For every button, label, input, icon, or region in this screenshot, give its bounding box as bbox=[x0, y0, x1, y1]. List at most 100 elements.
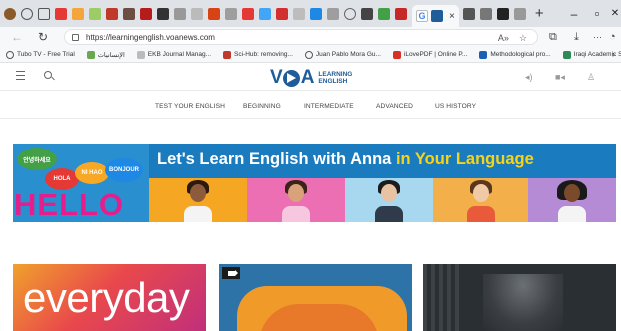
site-icon bbox=[86, 50, 95, 59]
bookmark-label: Sci-Hub: removing... bbox=[234, 51, 293, 58]
tab-favicon-grey2[interactable] bbox=[327, 7, 339, 20]
logo-mark-v: V bbox=[270, 67, 283, 88]
card-photo-figure bbox=[483, 274, 563, 331]
nav-advanced[interactable]: ADVANCED bbox=[376, 103, 413, 110]
downloads-icon[interactable]: ⤓ bbox=[574, 27, 579, 47]
logo-play-icon bbox=[282, 69, 300, 87]
tab-favicon-doc[interactable] bbox=[225, 7, 237, 20]
bookmark-item[interactable]: Juan Pablo Mora Gu... bbox=[304, 50, 381, 59]
tab-strip: G × + bbox=[0, 0, 621, 27]
doc-icon bbox=[136, 50, 145, 59]
voa-logo[interactable]: V A LEARNING ENGLISH bbox=[270, 67, 352, 89]
url-text[interactable]: https://learningenglish.voanews.com bbox=[86, 33, 215, 42]
heart-icon bbox=[392, 50, 401, 59]
card-photo[interactable] bbox=[423, 264, 616, 331]
site-header: V A LEARNING ENGLISH ◂) ■◂ ♙ bbox=[0, 63, 621, 91]
bookmark-label: Juan Pablo Mora Gu... bbox=[315, 51, 381, 58]
hello-text: HELLO bbox=[14, 187, 125, 222]
logo-mark-a: A bbox=[300, 67, 315, 88]
tab-favicon-h[interactable] bbox=[479, 7, 492, 20]
close-window-button[interactable]: ✕ bbox=[599, 0, 621, 27]
bookmark-label: Tubo TV - Free Trial bbox=[17, 51, 75, 58]
tab-favicon-scihub[interactable] bbox=[106, 7, 118, 20]
bubble-korean: 안녕하세요 bbox=[17, 148, 57, 170]
url-field[interactable]: https://learningenglish.voanews.com A» ☆ bbox=[64, 29, 538, 45]
globe-icon bbox=[6, 50, 14, 59]
tab-favicon-blue[interactable] bbox=[259, 7, 271, 20]
anna-banner[interactable]: 안녕하세요 HOLA NI HAO BONJOUR HELLO Let's Le… bbox=[13, 144, 616, 222]
bookmark-item[interactable]: Tubo TV - Free Trial bbox=[6, 50, 75, 59]
nav-us-history[interactable]: US HISTORY bbox=[435, 103, 476, 110]
bookmarks-overflow-icon[interactable]: › bbox=[612, 49, 615, 59]
favorite-star-icon[interactable]: ☆ bbox=[519, 33, 527, 44]
nav-intermediate[interactable]: INTERMEDIATE bbox=[304, 103, 354, 110]
tab-actions-icon[interactable] bbox=[38, 7, 50, 20]
profile-icon[interactable]: ◔ bbox=[609, 27, 616, 47]
search-icon[interactable] bbox=[44, 71, 52, 79]
headline-main: Let's Learn English with Anna bbox=[157, 150, 392, 168]
tab-favicon-red[interactable] bbox=[242, 7, 254, 20]
bookmark-item[interactable]: الإنسانيات bbox=[86, 50, 125, 59]
banner-headline: Let's Learn English with Anna in Your La… bbox=[157, 150, 534, 169]
lock-icon[interactable] bbox=[72, 33, 79, 41]
tab-favicon-s[interactable] bbox=[140, 7, 152, 20]
scihub-icon bbox=[223, 50, 232, 59]
tab-favicon-x[interactable] bbox=[174, 7, 186, 20]
tab-favicon-last[interactable] bbox=[513, 7, 526, 20]
tab-favicon-grid[interactable] bbox=[462, 7, 475, 20]
tab-favicon-red2[interactable] bbox=[395, 7, 407, 20]
bookmark-item[interactable]: EKB Journal Manag... bbox=[136, 50, 211, 59]
bookmarks-bar: Tubo TV - Free Trial الإنسانيات EKB Journa… bbox=[0, 47, 621, 63]
section-nav: TEST YOUR ENGLISH BEGINNING INTERMEDIATE… bbox=[0, 100, 621, 114]
collections-icon[interactable]: ⧉ bbox=[549, 27, 557, 47]
tab-active-voa[interactable]: G × bbox=[412, 5, 459, 27]
address-bar-row: ← ↻ https://learningenglish.voanews.com … bbox=[0, 27, 621, 47]
tab-favicon-green[interactable] bbox=[89, 7, 101, 20]
refresh-icon[interactable]: ↻ bbox=[34, 30, 52, 44]
bubble-bonjour: BONJOUR bbox=[105, 158, 143, 182]
journal-icon bbox=[562, 50, 571, 59]
globe-icon bbox=[304, 50, 313, 59]
tab-close-icon[interactable]: × bbox=[449, 11, 455, 22]
kid-photo-4 bbox=[433, 178, 528, 222]
bookmark-item[interactable]: Sci-Hub: removing... bbox=[223, 50, 293, 59]
hamburger-menu-icon[interactable] bbox=[16, 71, 25, 83]
new-tab-button[interactable]: + bbox=[535, 5, 544, 22]
logo-text: LEARNING ENGLISH bbox=[318, 71, 352, 85]
tab-favicon-voa bbox=[431, 10, 443, 22]
nav-test-your-english[interactable]: TEST YOUR ENGLISH bbox=[155, 103, 225, 110]
s-icon bbox=[479, 50, 488, 59]
tab-favicon-youtube[interactable] bbox=[55, 7, 67, 20]
tab-favicon-pdf[interactable] bbox=[276, 7, 288, 20]
nav-beginning[interactable]: BEGINNING bbox=[243, 103, 281, 110]
tab-favicon-dark[interactable] bbox=[361, 7, 373, 20]
tab-favicon-blue2[interactable] bbox=[310, 7, 322, 20]
back-arrow-icon[interactable]: ← bbox=[8, 30, 26, 44]
kid-photo-1 bbox=[149, 178, 247, 222]
tab-favicon-translate[interactable] bbox=[157, 7, 169, 20]
tab-favicon-globe[interactable] bbox=[344, 7, 356, 20]
tab-favicon-doc2[interactable] bbox=[293, 7, 305, 20]
bookmark-label: iLovePDF | Online P... bbox=[403, 51, 468, 58]
video-icon[interactable]: ■◂ bbox=[555, 72, 565, 83]
profile-avatar-icon[interactable] bbox=[4, 7, 16, 20]
tab-favicon-green2[interactable] bbox=[378, 7, 390, 20]
bookmark-item[interactable]: iLovePDF | Online P... bbox=[392, 50, 468, 59]
more-menu-icon[interactable]: ··· bbox=[593, 27, 602, 47]
user-icon[interactable]: ♙ bbox=[587, 72, 595, 83]
card-video[interactable] bbox=[219, 264, 412, 331]
bookmark-label: Methodological pro... bbox=[490, 51, 551, 58]
card-photo-ring bbox=[423, 264, 463, 331]
bookmark-item[interactable]: Methodological pro... bbox=[479, 50, 551, 59]
logo-line2: ENGLISH bbox=[318, 78, 348, 85]
tab-favicon-grey[interactable] bbox=[191, 7, 203, 20]
card-everyday[interactable]: everyday bbox=[13, 264, 206, 331]
tab-favicon-orange[interactable] bbox=[72, 7, 84, 20]
tab-favicon-a[interactable] bbox=[123, 7, 135, 20]
tab-favicon-s2[interactable] bbox=[208, 7, 220, 20]
hello-panel: 안녕하세요 HOLA NI HAO BONJOUR HELLO bbox=[13, 144, 149, 222]
audio-icon[interactable]: ◂) bbox=[525, 72, 533, 83]
read-aloud-icon[interactable]: A» bbox=[498, 33, 509, 43]
workspaces-icon[interactable] bbox=[21, 7, 33, 20]
tab-favicon-apps[interactable] bbox=[496, 7, 509, 20]
